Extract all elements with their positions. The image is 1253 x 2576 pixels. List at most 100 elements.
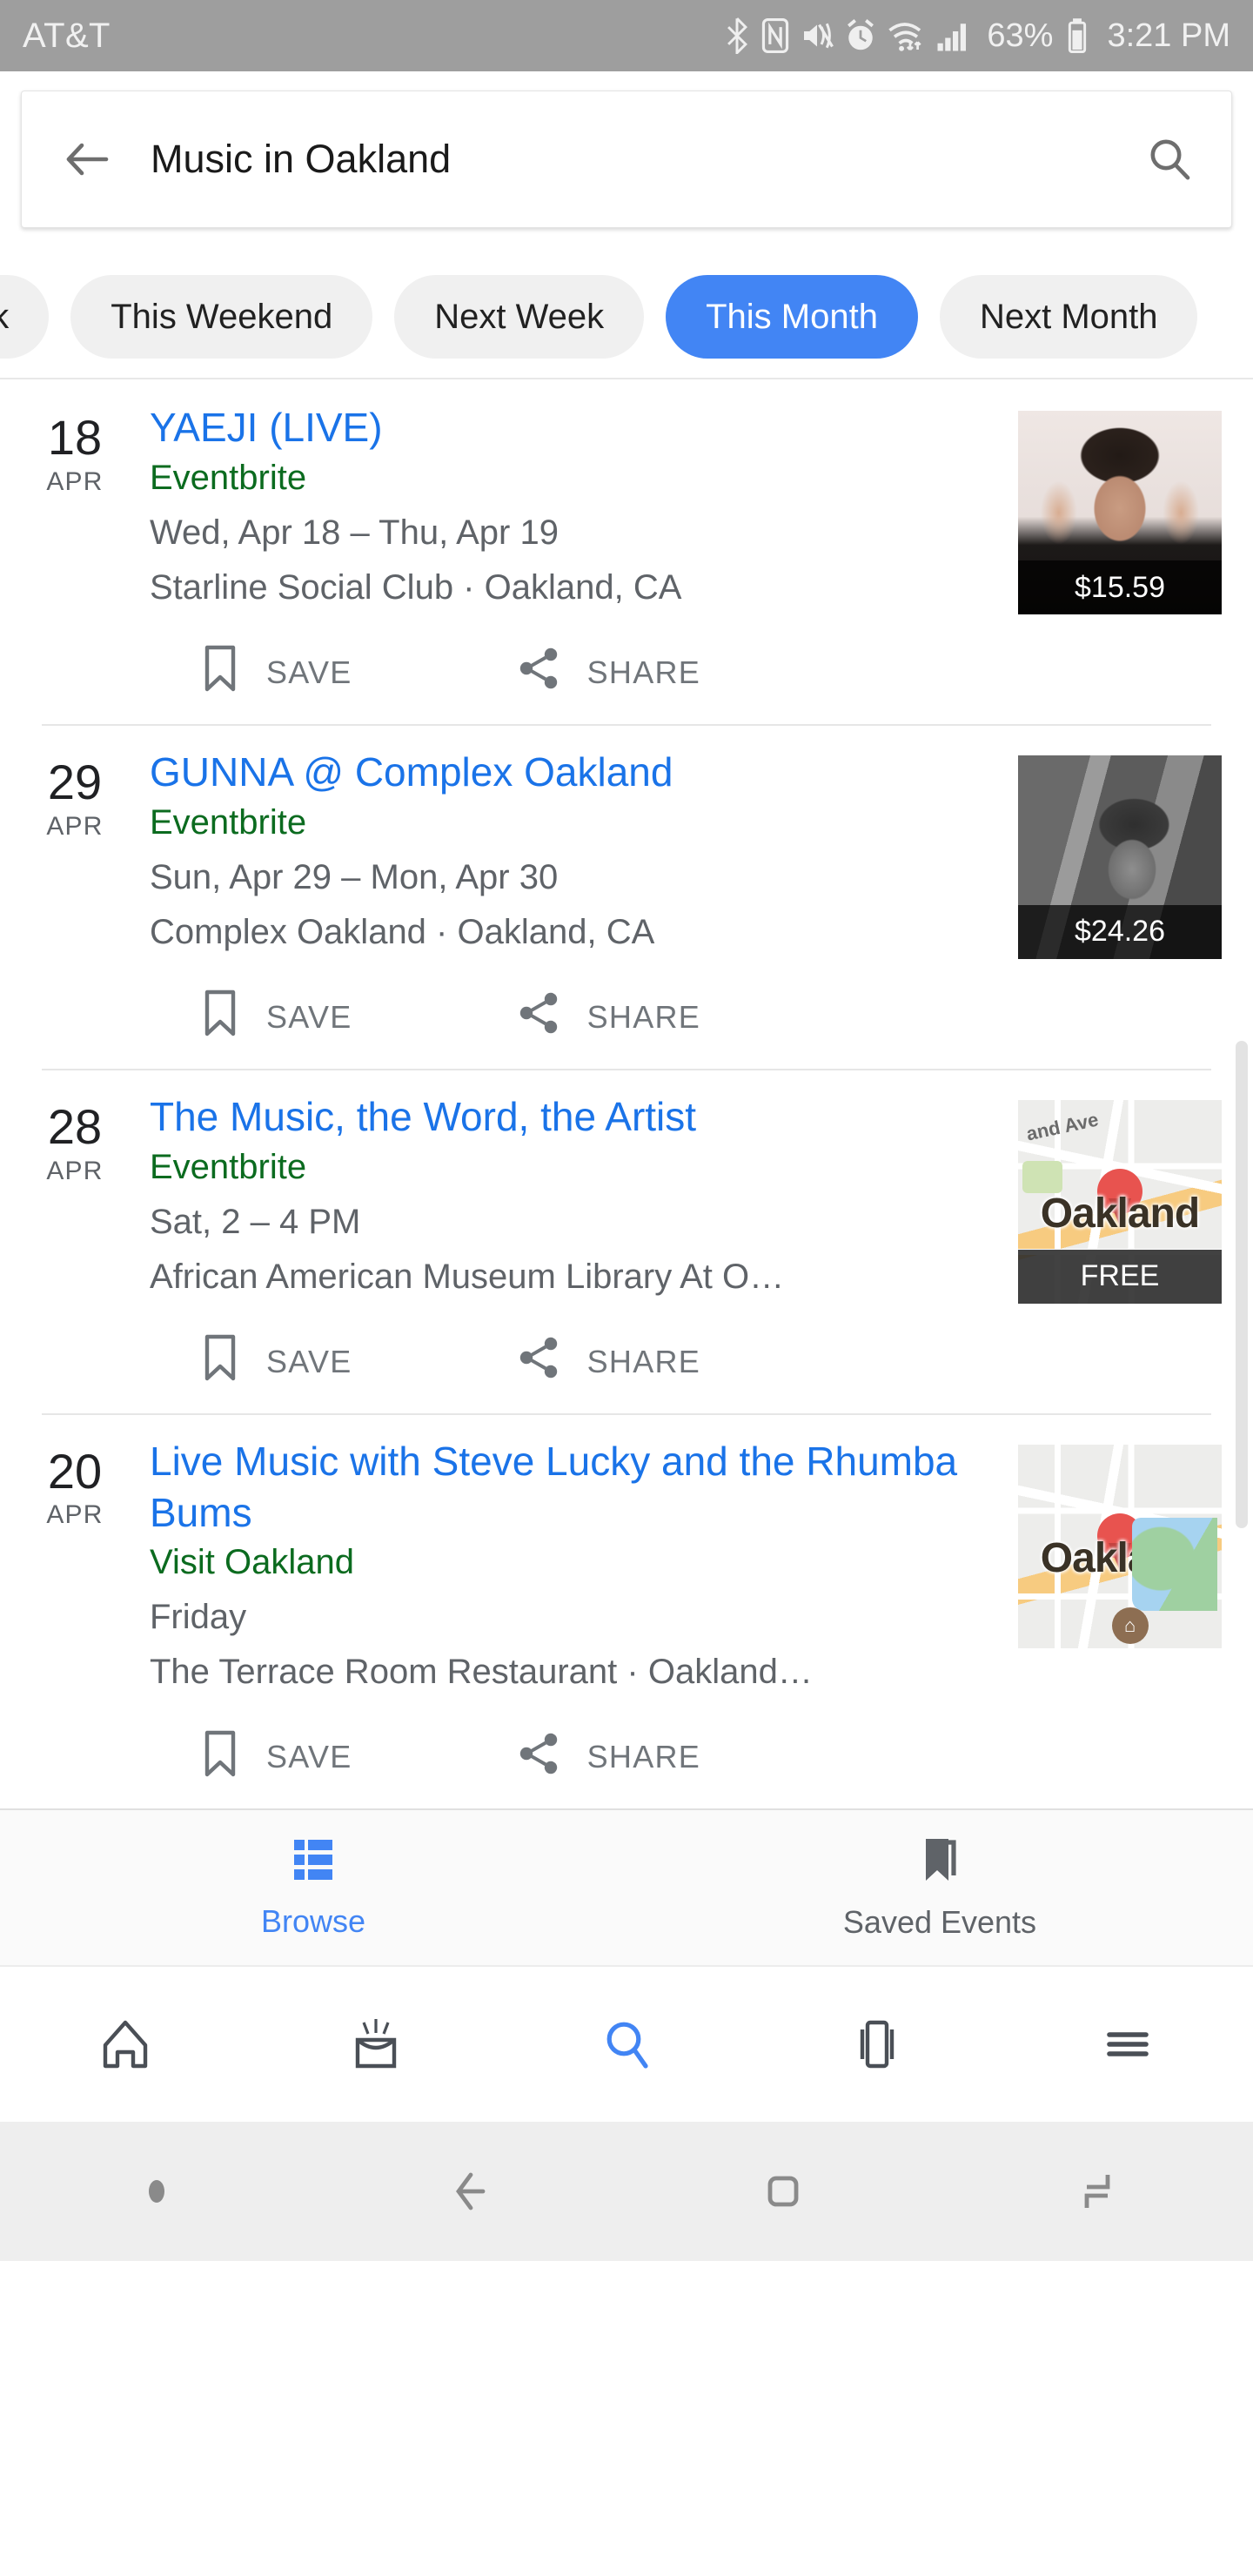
save-button[interactable]: SAVE: [200, 644, 352, 701]
event-thumbnail-column: and Ave Oakland FREE: [1018, 1091, 1253, 1413]
recents-icon[interactable]: [940, 2164, 1253, 2218]
event-thumbnail-column: Oakland ⌂: [1018, 1436, 1253, 1809]
search-icon[interactable]: [501, 2016, 752, 2073]
event-venue: Complex Oakland · Oakland, CA: [150, 912, 655, 951]
event-card[interactable]: 28 APR The Music, the Word, the Artist E…: [0, 1068, 1253, 1413]
event-card[interactable]: 29 APR GUNNA @ Complex Oakland Eventbrit…: [0, 723, 1253, 1069]
bookmark-icon: [200, 1729, 240, 1786]
event-body: The Music, the Word, the Artist Eventbri…: [150, 1091, 1018, 1413]
event-month: APR: [46, 466, 104, 496]
event-day: 29: [47, 754, 103, 809]
price-badge: $15.59: [1018, 560, 1222, 614]
event-map-thumbnail[interactable]: Oakland ⌂: [1018, 1444, 1222, 1648]
share-label: SHARE: [586, 654, 701, 690]
event-month: APR: [46, 1500, 104, 1530]
share-button[interactable]: SHARE: [518, 1731, 701, 1784]
filter-chip-label: Next Month: [979, 297, 1158, 336]
share-button[interactable]: SHARE: [518, 646, 701, 699]
app-tab-bar[interactable]: Browse Saved Events: [0, 1808, 1253, 1966]
share-icon: [518, 1335, 561, 1388]
event-thumbnail[interactable]: $24.26: [1018, 755, 1222, 959]
filter-chips-row[interactable]: ek This Weekend Next Week This Month Nex…: [0, 256, 1253, 378]
map-city-label: Oakland: [1040, 1190, 1200, 1237]
browser-nav-bar[interactable]: [0, 1965, 1253, 2123]
save-button[interactable]: SAVE: [200, 1729, 352, 1786]
filter-chip-next-month[interactable]: Next Month: [939, 275, 1198, 359]
bookmark-icon: [200, 1333, 240, 1390]
tab-browse[interactable]: Browse: [0, 1810, 626, 1965]
event-thumbnail-column: $24.26: [1018, 747, 1253, 1069]
event-datetime: Sun, Apr 29 – Mon, Apr 30: [150, 857, 559, 896]
filter-chip-label: This Weekend: [111, 297, 333, 336]
event-body: Live Music with Steve Lucky and the Rhum…: [150, 1436, 1018, 1809]
back-icon[interactable]: [313, 2164, 626, 2218]
tabs-icon[interactable]: [752, 2016, 1002, 2073]
search-icon[interactable]: [1139, 129, 1200, 190]
share-icon: [518, 646, 561, 699]
share-button[interactable]: SHARE: [518, 1335, 701, 1388]
event-datetime: Wed, Apr 18 – Thu, Apr 19: [150, 513, 559, 552]
filter-chip-next-week[interactable]: Next Week: [394, 275, 645, 359]
share-icon: [518, 1731, 561, 1784]
save-label: SAVE: [266, 654, 352, 690]
mute-vibrate-icon: [801, 18, 834, 53]
filter-chip-this-month[interactable]: This Month: [666, 275, 918, 359]
share-label: SHARE: [586, 1739, 701, 1775]
system-nav-bar[interactable]: [0, 2122, 1253, 2262]
event-card[interactable]: 18 APR YAEJI (LIVE) Eventbrite Wed, Apr …: [0, 379, 1253, 724]
event-title[interactable]: The Music, the Word, the Artist: [150, 1091, 1004, 1143]
save-button[interactable]: SAVE: [200, 989, 352, 1045]
event-title[interactable]: GUNNA @ Complex Oakland: [150, 747, 1004, 798]
tab-saved-events-label: Saved Events: [842, 1903, 1037, 1940]
map-street-label: and Ave: [1024, 1109, 1101, 1145]
nfc-icon: [761, 17, 789, 54]
event-venue: Starline Social Club · Oakland, CA: [150, 567, 682, 607]
menu-icon[interactable]: [1002, 2016, 1253, 2073]
discover-icon[interactable]: [251, 2016, 501, 2073]
event-day: 28: [47, 1098, 103, 1154]
event-month: APR: [46, 1156, 104, 1185]
tab-saved-events[interactable]: Saved Events: [626, 1810, 1253, 1965]
search-input[interactable]: Music in Oakland: [151, 137, 1139, 182]
filter-chip[interactable]: ek: [0, 275, 50, 359]
search-bar[interactable]: Music in Oakland: [21, 91, 1232, 228]
save-button[interactable]: SAVE: [200, 1333, 352, 1390]
event-actions: SAVE SHARE: [150, 1706, 1004, 1808]
event-date: 29 APR: [0, 747, 150, 1069]
event-venue: The Terrace Room Restaurant · Oakland…: [150, 1653, 813, 1692]
event-date: 28 APR: [0, 1091, 150, 1413]
event-list: 18 APR YAEJI (LIVE) Eventbrite Wed, Apr …: [0, 379, 1253, 1809]
event-title[interactable]: Live Music with Steve Lucky and the Rhum…: [150, 1436, 1004, 1539]
event-thumbnail-column: $15.59: [1018, 402, 1253, 724]
home-square-icon[interactable]: [626, 2164, 940, 2218]
status-bar: AT&T 63% 3:21 PM: [0, 0, 1253, 71]
bookmark-icon: [200, 644, 240, 701]
share-button[interactable]: SHARE: [518, 990, 701, 1043]
home-icon[interactable]: [0, 2016, 251, 2073]
event-date: 20 APR: [0, 1436, 150, 1809]
event-datetime: Friday: [150, 1598, 247, 1637]
event-title[interactable]: YAEJI (LIVE): [150, 402, 1004, 453]
event-date: 18 APR: [0, 402, 150, 724]
event-body: YAEJI (LIVE) Eventbrite Wed, Apr 18 – Th…: [150, 402, 1018, 724]
dot-indicator-icon: [0, 2180, 313, 2204]
save-label: SAVE: [266, 1739, 352, 1775]
event-day: 20: [47, 1443, 103, 1499]
alarm-icon: [845, 18, 876, 53]
share-icon: [518, 990, 561, 1043]
map-preview: Oakland ⌂: [1018, 1444, 1222, 1648]
bookmarks-icon: [915, 1835, 964, 1888]
event-source: Eventbrite: [150, 1147, 307, 1186]
event-actions: SAVE SHARE: [150, 966, 1004, 1069]
event-source: Eventbrite: [150, 802, 307, 842]
filter-chip-this-weekend[interactable]: This Weekend: [70, 275, 373, 359]
filter-chip-label: ek: [0, 297, 10, 336]
back-arrow-icon[interactable]: [57, 129, 117, 190]
battery-percent-label: 63%: [987, 17, 1054, 54]
event-map-thumbnail[interactable]: and Ave Oakland FREE: [1018, 1099, 1222, 1304]
event-card[interactable]: 20 APR Live Music with Steve Lucky and t…: [0, 1412, 1253, 1809]
event-day: 18: [47, 410, 103, 465]
price-badge: FREE: [1018, 1249, 1222, 1304]
bluetooth-icon: [724, 17, 750, 54]
event-thumbnail[interactable]: $15.59: [1018, 411, 1222, 614]
